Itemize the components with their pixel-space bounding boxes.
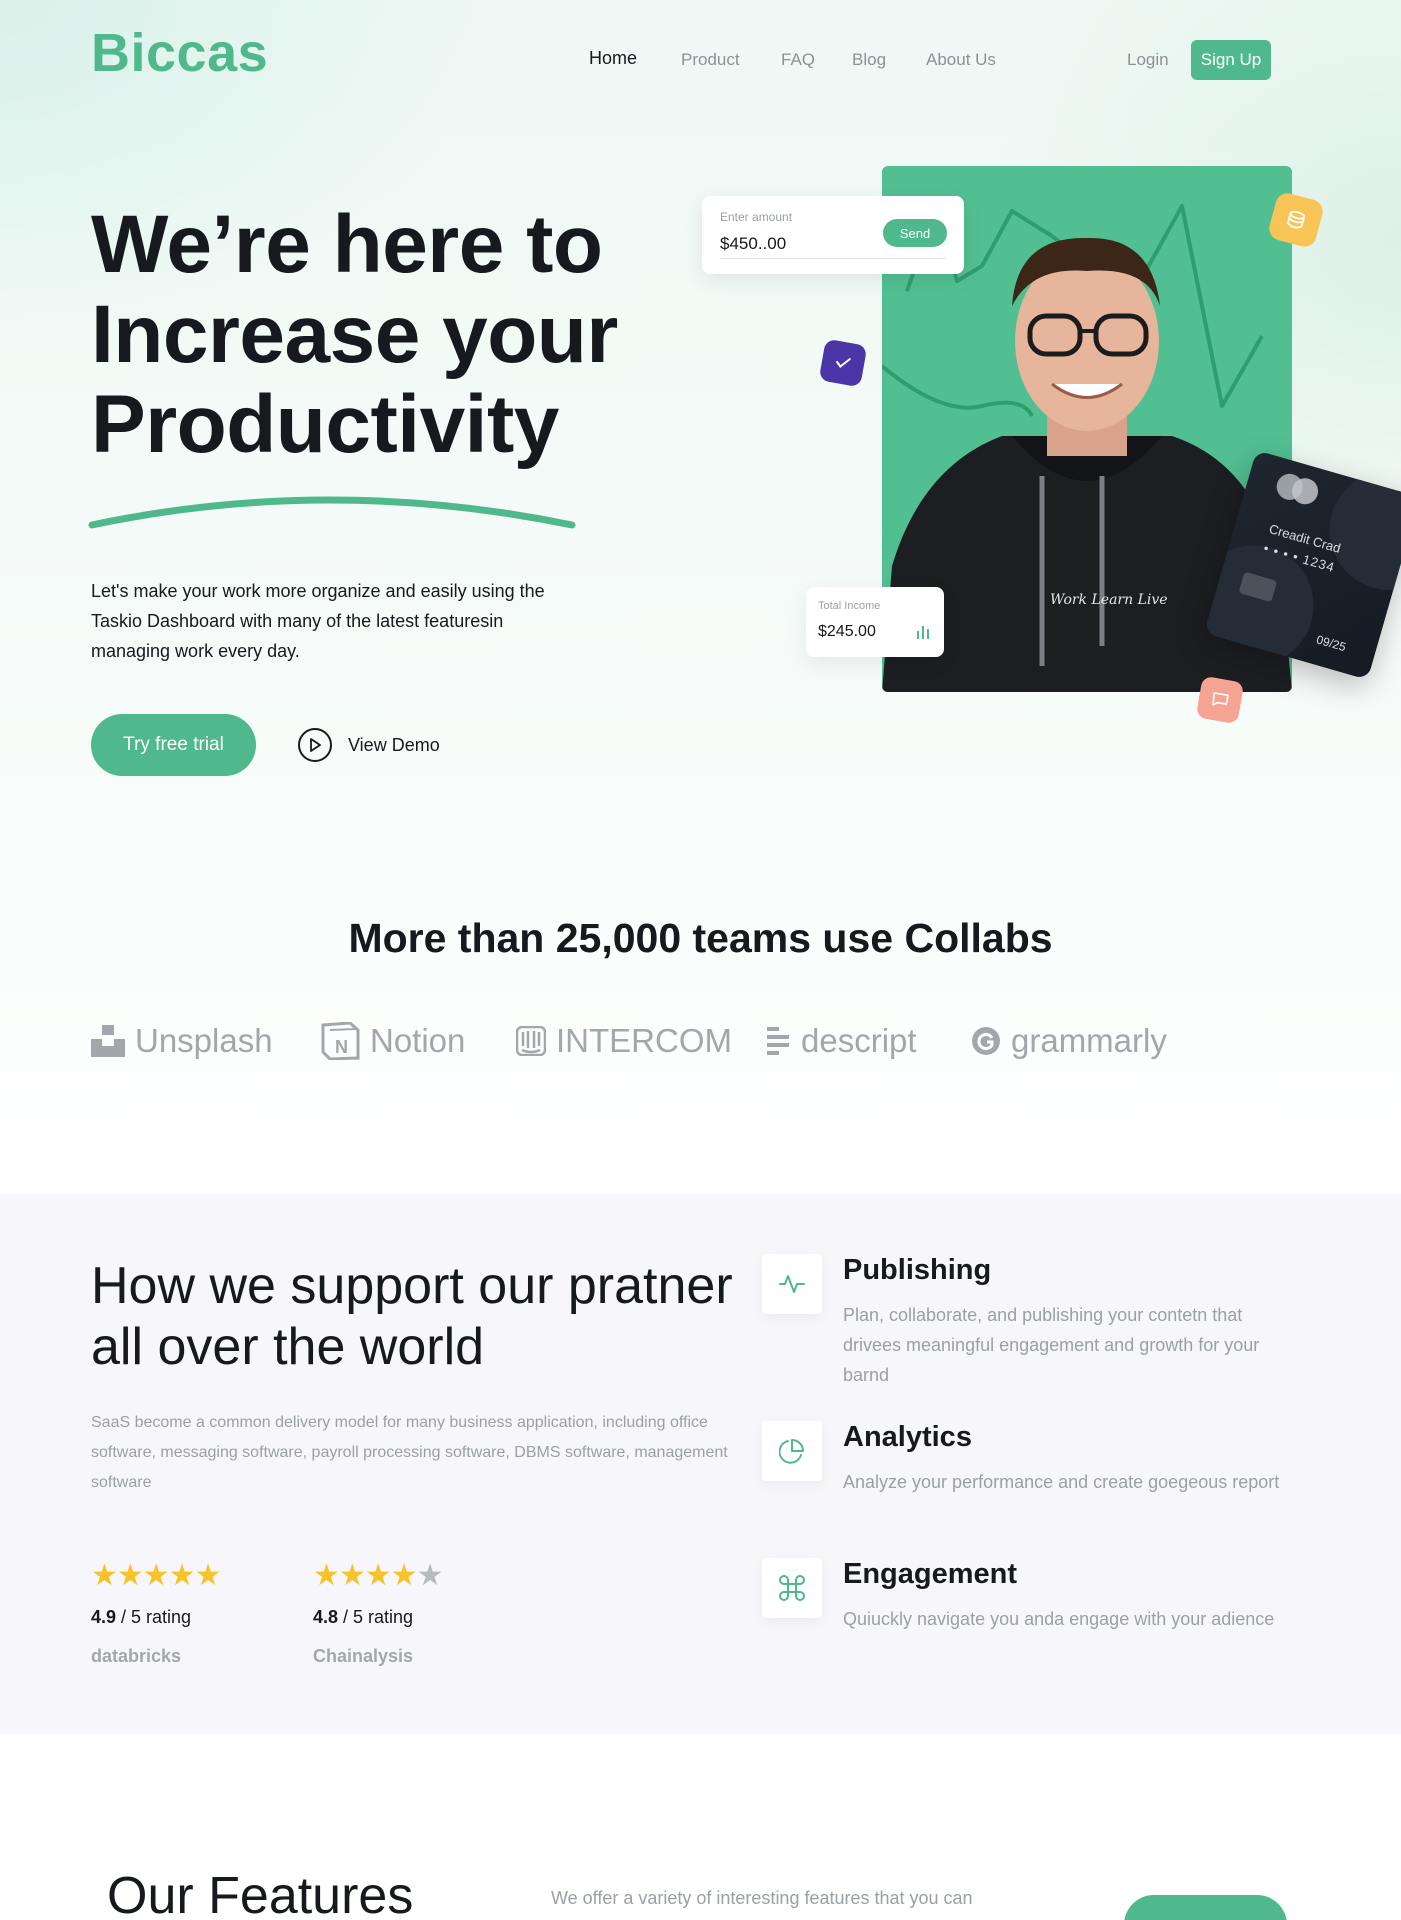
check-icon [836, 358, 851, 369]
features-description: We offer a variety of interesting featur… [551, 1888, 973, 1908]
nav-home[interactable]: Home [589, 48, 637, 69]
hero-title: We’re here to Increase your Productivity [91, 200, 691, 470]
rating-databricks: ★★★★★ 4.9 / 5 rating databricks [91, 1558, 221, 1667]
svg-text:N: N [335, 1037, 348, 1057]
brand-name: Unsplash [135, 1022, 273, 1059]
brand-name: INTERCOM [556, 1022, 732, 1059]
brand-name: grammarly [1011, 1022, 1167, 1059]
title-underline [88, 496, 576, 529]
amount-divider [720, 258, 946, 259]
activity-icon [762, 1254, 822, 1314]
feature-description: Quiuckly navigate you anda engage with y… [843, 1609, 1275, 1629]
hero-title-line: Productivity [91, 379, 559, 470]
feature-title: Publishing [843, 1254, 992, 1286]
descript-icon [767, 1027, 789, 1055]
support-description: SaaS become a common delivery model for … [91, 1414, 728, 1491]
send-button[interactable]: Send [883, 219, 947, 247]
features-cta-button[interactable] [1124, 1895, 1287, 1920]
brand-grammarly: grammarly [971, 1022, 1167, 1060]
login-link[interactable]: Login [1127, 50, 1169, 70]
income-value: $245.00 [818, 623, 876, 640]
try-free-trial-button[interactable]: Try free trial [91, 714, 256, 776]
amount-value[interactable]: $450..00 [720, 234, 786, 254]
check-badge [818, 338, 868, 388]
bar-chart-icon [917, 626, 929, 639]
brand-name: descript [801, 1022, 917, 1059]
nav-about-us[interactable]: About Us [926, 50, 996, 70]
brand-logo[interactable]: Biccas [91, 22, 268, 84]
chat-badge [1195, 675, 1245, 725]
view-demo-button[interactable]: View Demo [298, 728, 440, 762]
feature-title: Engagement [843, 1558, 1018, 1590]
coins-icon [1286, 210, 1306, 229]
amount-card: Enter amount $450..00 Send [702, 196, 964, 274]
brand-name: Notion [370, 1022, 466, 1059]
view-demo-label: View Demo [348, 734, 440, 755]
brand-intercom: INTERCOM [516, 1022, 732, 1060]
message-icon [1212, 692, 1229, 706]
feature-description: Plan, collaborate, and publishing your c… [843, 1305, 1260, 1385]
brand-unsplash: Unsplash [91, 1022, 273, 1060]
hero-description: Let's make your work more organize and e… [91, 581, 545, 661]
hero-title-line: We’re here to [91, 199, 603, 290]
amount-label: Enter amount [720, 210, 793, 224]
rating-chainalysis: ★★★★★ 4.8 / 5 rating Chainalysis [313, 1558, 443, 1667]
rating-brand: databricks [91, 1646, 182, 1666]
brand-descript: descript [765, 1022, 917, 1060]
features-title: Our Features [107, 1867, 414, 1920]
unsplash-icon [91, 1025, 125, 1057]
support-section: How we support our pratner all over the … [0, 1194, 1401, 1734]
notion-icon: N [321, 1022, 360, 1060]
intercom-icon [516, 1026, 546, 1056]
nav-blog[interactable]: Blog [852, 50, 886, 70]
signup-button[interactable]: Sign Up [1191, 40, 1271, 80]
play-icon [298, 728, 332, 762]
rating-text: 4.8 / 5 rating [313, 1607, 414, 1627]
nav-product[interactable]: Product [681, 50, 740, 70]
support-title: How we support our pratner all over the … [91, 1257, 733, 1376]
hero-title-line: Increase your [91, 289, 618, 380]
star-rating: ★★★★★ [313, 1559, 443, 1592]
grammarly-icon [972, 1027, 1000, 1055]
hoodie-text: Work Learn Live [1050, 592, 1168, 608]
nav-faq[interactable]: FAQ [781, 50, 815, 70]
feature-description: Analyze your performance and create goeg… [843, 1472, 1280, 1492]
teams-title: More than 25,000 teams use Collabs [348, 915, 1053, 961]
rating-text: 4.9 / 5 rating [91, 1607, 192, 1627]
rating-brand: Chainalysis [313, 1646, 414, 1666]
income-label: Total Income [818, 600, 881, 612]
command-icon [762, 1558, 822, 1618]
feature-title: Analytics [843, 1421, 972, 1453]
star-rating: ★★★★★ [91, 1559, 221, 1592]
income-card: Total Income $245.00 [806, 587, 944, 657]
brand-notion: N Notion [320, 1022, 465, 1060]
pie-chart-icon [762, 1421, 822, 1481]
